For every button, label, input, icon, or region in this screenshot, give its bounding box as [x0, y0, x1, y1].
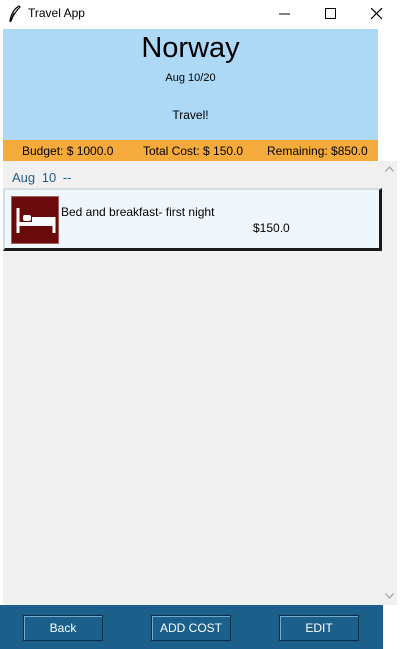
window-title: Travel App	[28, 6, 85, 20]
trip-note: Travel!	[172, 108, 209, 122]
close-icon	[371, 8, 383, 20]
add-cost-button[interactable]: ADD COST	[151, 615, 231, 641]
bed-icon	[11, 196, 59, 244]
feather-icon	[8, 5, 22, 23]
minimize-button[interactable]	[262, 0, 308, 29]
scroll-up-button[interactable]	[382, 161, 397, 178]
total-cost-label: Total Cost: $ 150.0	[143, 144, 244, 158]
maximize-icon	[325, 8, 336, 19]
vertical-scrollbar[interactable]	[382, 161, 397, 605]
minimize-icon	[279, 13, 290, 15]
budget-label: Budget: $ 1000.0	[22, 144, 114, 158]
budget-bar: Budget: $ 1000.0 Total Cost: $ 150.0 Rem…	[3, 140, 378, 161]
trip-title: Norway	[141, 32, 240, 64]
footer-bar: Back ADD COST EDIT	[0, 605, 383, 649]
back-button[interactable]: Back	[23, 615, 103, 641]
cost-description: Bed and breakfast- first night	[61, 205, 215, 219]
chevron-up-icon	[385, 166, 394, 172]
cost-item[interactable]: Bed and breakfast- first night $150.0	[3, 188, 382, 251]
scroll-down-button[interactable]	[382, 588, 397, 605]
day-label: Aug 10 --	[12, 170, 72, 185]
window-title-bar: Travel App	[0, 0, 400, 29]
cost-list-area: Aug 10 -- Bed and breakfast- first night…	[3, 161, 382, 605]
trip-date: Aug 10/20	[165, 72, 216, 84]
close-button[interactable]	[354, 0, 400, 29]
chevron-down-icon	[385, 593, 394, 599]
window-frame-corner	[383, 605, 400, 649]
cost-amount: $150.0	[253, 221, 290, 235]
edit-button[interactable]: EDIT	[279, 615, 359, 641]
maximize-button[interactable]	[308, 0, 354, 29]
trip-header: Norway Aug 10/20 Travel!	[3, 29, 378, 140]
remaining-label: Remaining: $850.0	[267, 144, 368, 158]
